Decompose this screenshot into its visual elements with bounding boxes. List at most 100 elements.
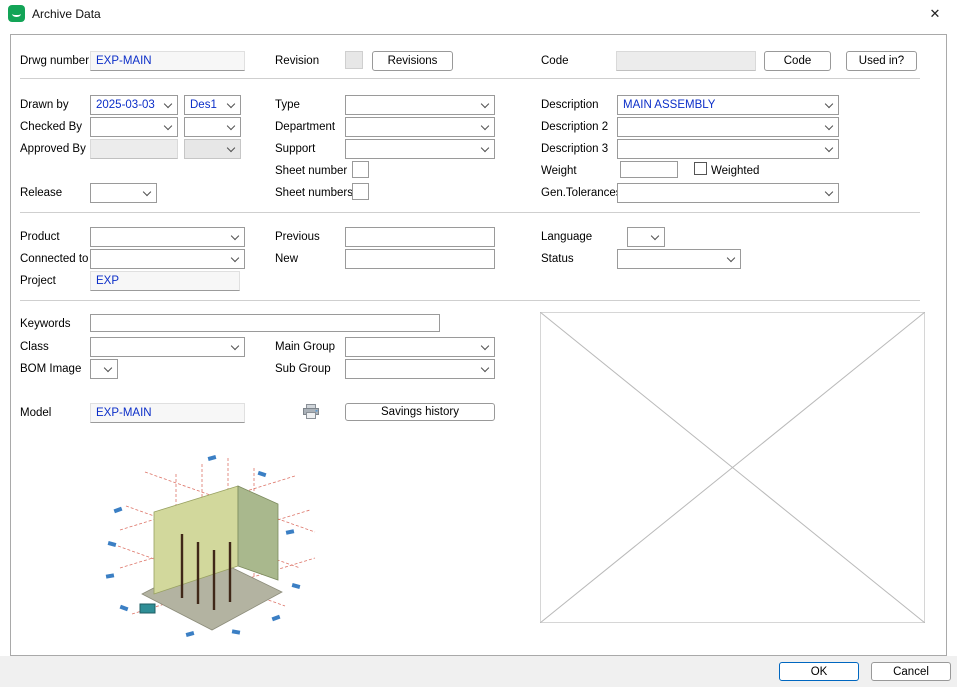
new-input[interactable] (345, 249, 495, 269)
project-label: Project (20, 275, 56, 287)
description2-label: Description 2 (541, 121, 608, 133)
chevron-down-icon (231, 254, 239, 262)
main-group-combo[interactable] (345, 337, 495, 357)
support-label: Support (275, 143, 315, 155)
status-label: Status (541, 253, 574, 265)
sheet-number-input[interactable] (352, 161, 369, 178)
preview-placeholder (540, 312, 925, 623)
bom-image-combo[interactable] (90, 359, 118, 379)
keywords-label: Keywords (20, 318, 71, 330)
project-field[interactable]: EXP (90, 271, 240, 291)
title-bar: Archive Data ✕ (0, 0, 957, 27)
drwg-number-field[interactable]: EXP-MAIN (90, 51, 245, 71)
separator (20, 212, 920, 213)
language-combo[interactable] (627, 227, 665, 247)
department-combo[interactable] (345, 117, 495, 137)
chevron-down-icon (104, 364, 112, 372)
ok-button[interactable]: OK (779, 662, 859, 681)
model-field[interactable]: EXP-MAIN (90, 403, 245, 423)
window-title: Archive Data (32, 7, 101, 21)
product-combo[interactable] (90, 227, 245, 247)
connected-to-combo[interactable] (90, 249, 245, 269)
main-group-label: Main Group (275, 341, 335, 353)
product-label: Product (20, 231, 60, 243)
chevron-down-icon (164, 100, 172, 108)
weighted-checkbox[interactable] (694, 162, 707, 175)
used-in-button[interactable]: Used in? (846, 51, 917, 71)
chevron-down-icon (164, 122, 172, 130)
description3-combo[interactable] (617, 139, 839, 159)
chevron-down-icon (481, 342, 489, 350)
savings-history-button[interactable]: Savings history (345, 403, 495, 421)
revisions-button[interactable]: Revisions (372, 51, 453, 71)
model-label: Model (20, 407, 51, 419)
approved-by-designer-combo[interactable] (184, 139, 241, 159)
archive-data-dialog: Archive Data ✕ Drwg number EXP-MAIN Revi… (0, 0, 957, 687)
chevron-down-icon (481, 144, 489, 152)
status-combo[interactable] (617, 249, 741, 269)
previous-input[interactable] (345, 227, 495, 247)
gen-tolerances-combo[interactable] (617, 183, 839, 203)
chevron-down-icon (143, 188, 151, 196)
chevron-down-icon (727, 254, 735, 262)
drawn-by-designer-combo[interactable]: Des1 (184, 95, 241, 115)
sub-group-combo[interactable] (345, 359, 495, 379)
drwg-number-label: Drwg number (20, 55, 89, 67)
drawn-by-label: Drawn by (20, 99, 69, 111)
code-button[interactable]: Code (764, 51, 831, 71)
code-field[interactable] (616, 51, 756, 71)
type-label: Type (275, 99, 300, 111)
weight-input[interactable] (620, 161, 678, 178)
chevron-down-icon (481, 364, 489, 372)
gen-tolerances-label: Gen.Tolerances (541, 187, 622, 199)
chevron-down-icon (231, 232, 239, 240)
separator (20, 78, 920, 79)
close-icon[interactable]: ✕ (913, 0, 957, 27)
sub-group-label: Sub Group (275, 363, 331, 375)
approved-by-date-field (90, 139, 178, 159)
description3-label: Description 3 (541, 143, 608, 155)
weight-label: Weight (541, 165, 577, 177)
drawn-by-date-combo[interactable]: 2025-03-03 (90, 95, 178, 115)
description2-combo[interactable] (617, 117, 839, 137)
chevron-down-icon (825, 188, 833, 196)
language-label: Language (541, 231, 592, 243)
chevron-down-icon (231, 342, 239, 350)
type-combo[interactable] (345, 95, 495, 115)
checked-by-label: Checked By (20, 121, 82, 133)
release-combo[interactable] (90, 183, 157, 203)
checked-by-designer-combo[interactable] (184, 117, 241, 137)
class-label: Class (20, 341, 49, 353)
checked-by-date-combo[interactable] (90, 117, 178, 137)
previous-label: Previous (275, 231, 320, 243)
release-label: Release (20, 187, 62, 199)
department-label: Department (275, 121, 335, 133)
support-combo[interactable] (345, 139, 495, 159)
sheet-numbers-label: Sheet numbers (275, 187, 353, 199)
chevron-down-icon (481, 100, 489, 108)
app-icon (8, 5, 25, 22)
chevron-down-icon (481, 122, 489, 130)
model-preview-image (90, 446, 330, 641)
chevron-down-icon (651, 232, 659, 240)
chevron-down-icon (227, 100, 235, 108)
sheet-numbers-input[interactable] (352, 183, 369, 200)
separator (20, 300, 920, 301)
chevron-down-icon (227, 144, 235, 152)
connected-to-label: Connected to (20, 253, 88, 265)
new-label: New (275, 253, 298, 265)
description-label: Description (541, 99, 599, 111)
class-combo[interactable] (90, 337, 245, 357)
sheet-number-label: Sheet number (275, 165, 347, 177)
revision-label: Revision (275, 55, 319, 67)
keywords-input[interactable] (90, 314, 440, 332)
chevron-down-icon (825, 144, 833, 152)
revision-field[interactable] (345, 51, 363, 69)
weighted-label: Weighted (711, 165, 759, 177)
printer-icon[interactable] (302, 403, 320, 420)
chevron-down-icon (227, 122, 235, 130)
cancel-button[interactable]: Cancel (871, 662, 951, 681)
code-label: Code (541, 55, 569, 67)
description-combo[interactable]: MAIN ASSEMBLY (617, 95, 839, 115)
bom-image-label: BOM Image (20, 363, 81, 375)
